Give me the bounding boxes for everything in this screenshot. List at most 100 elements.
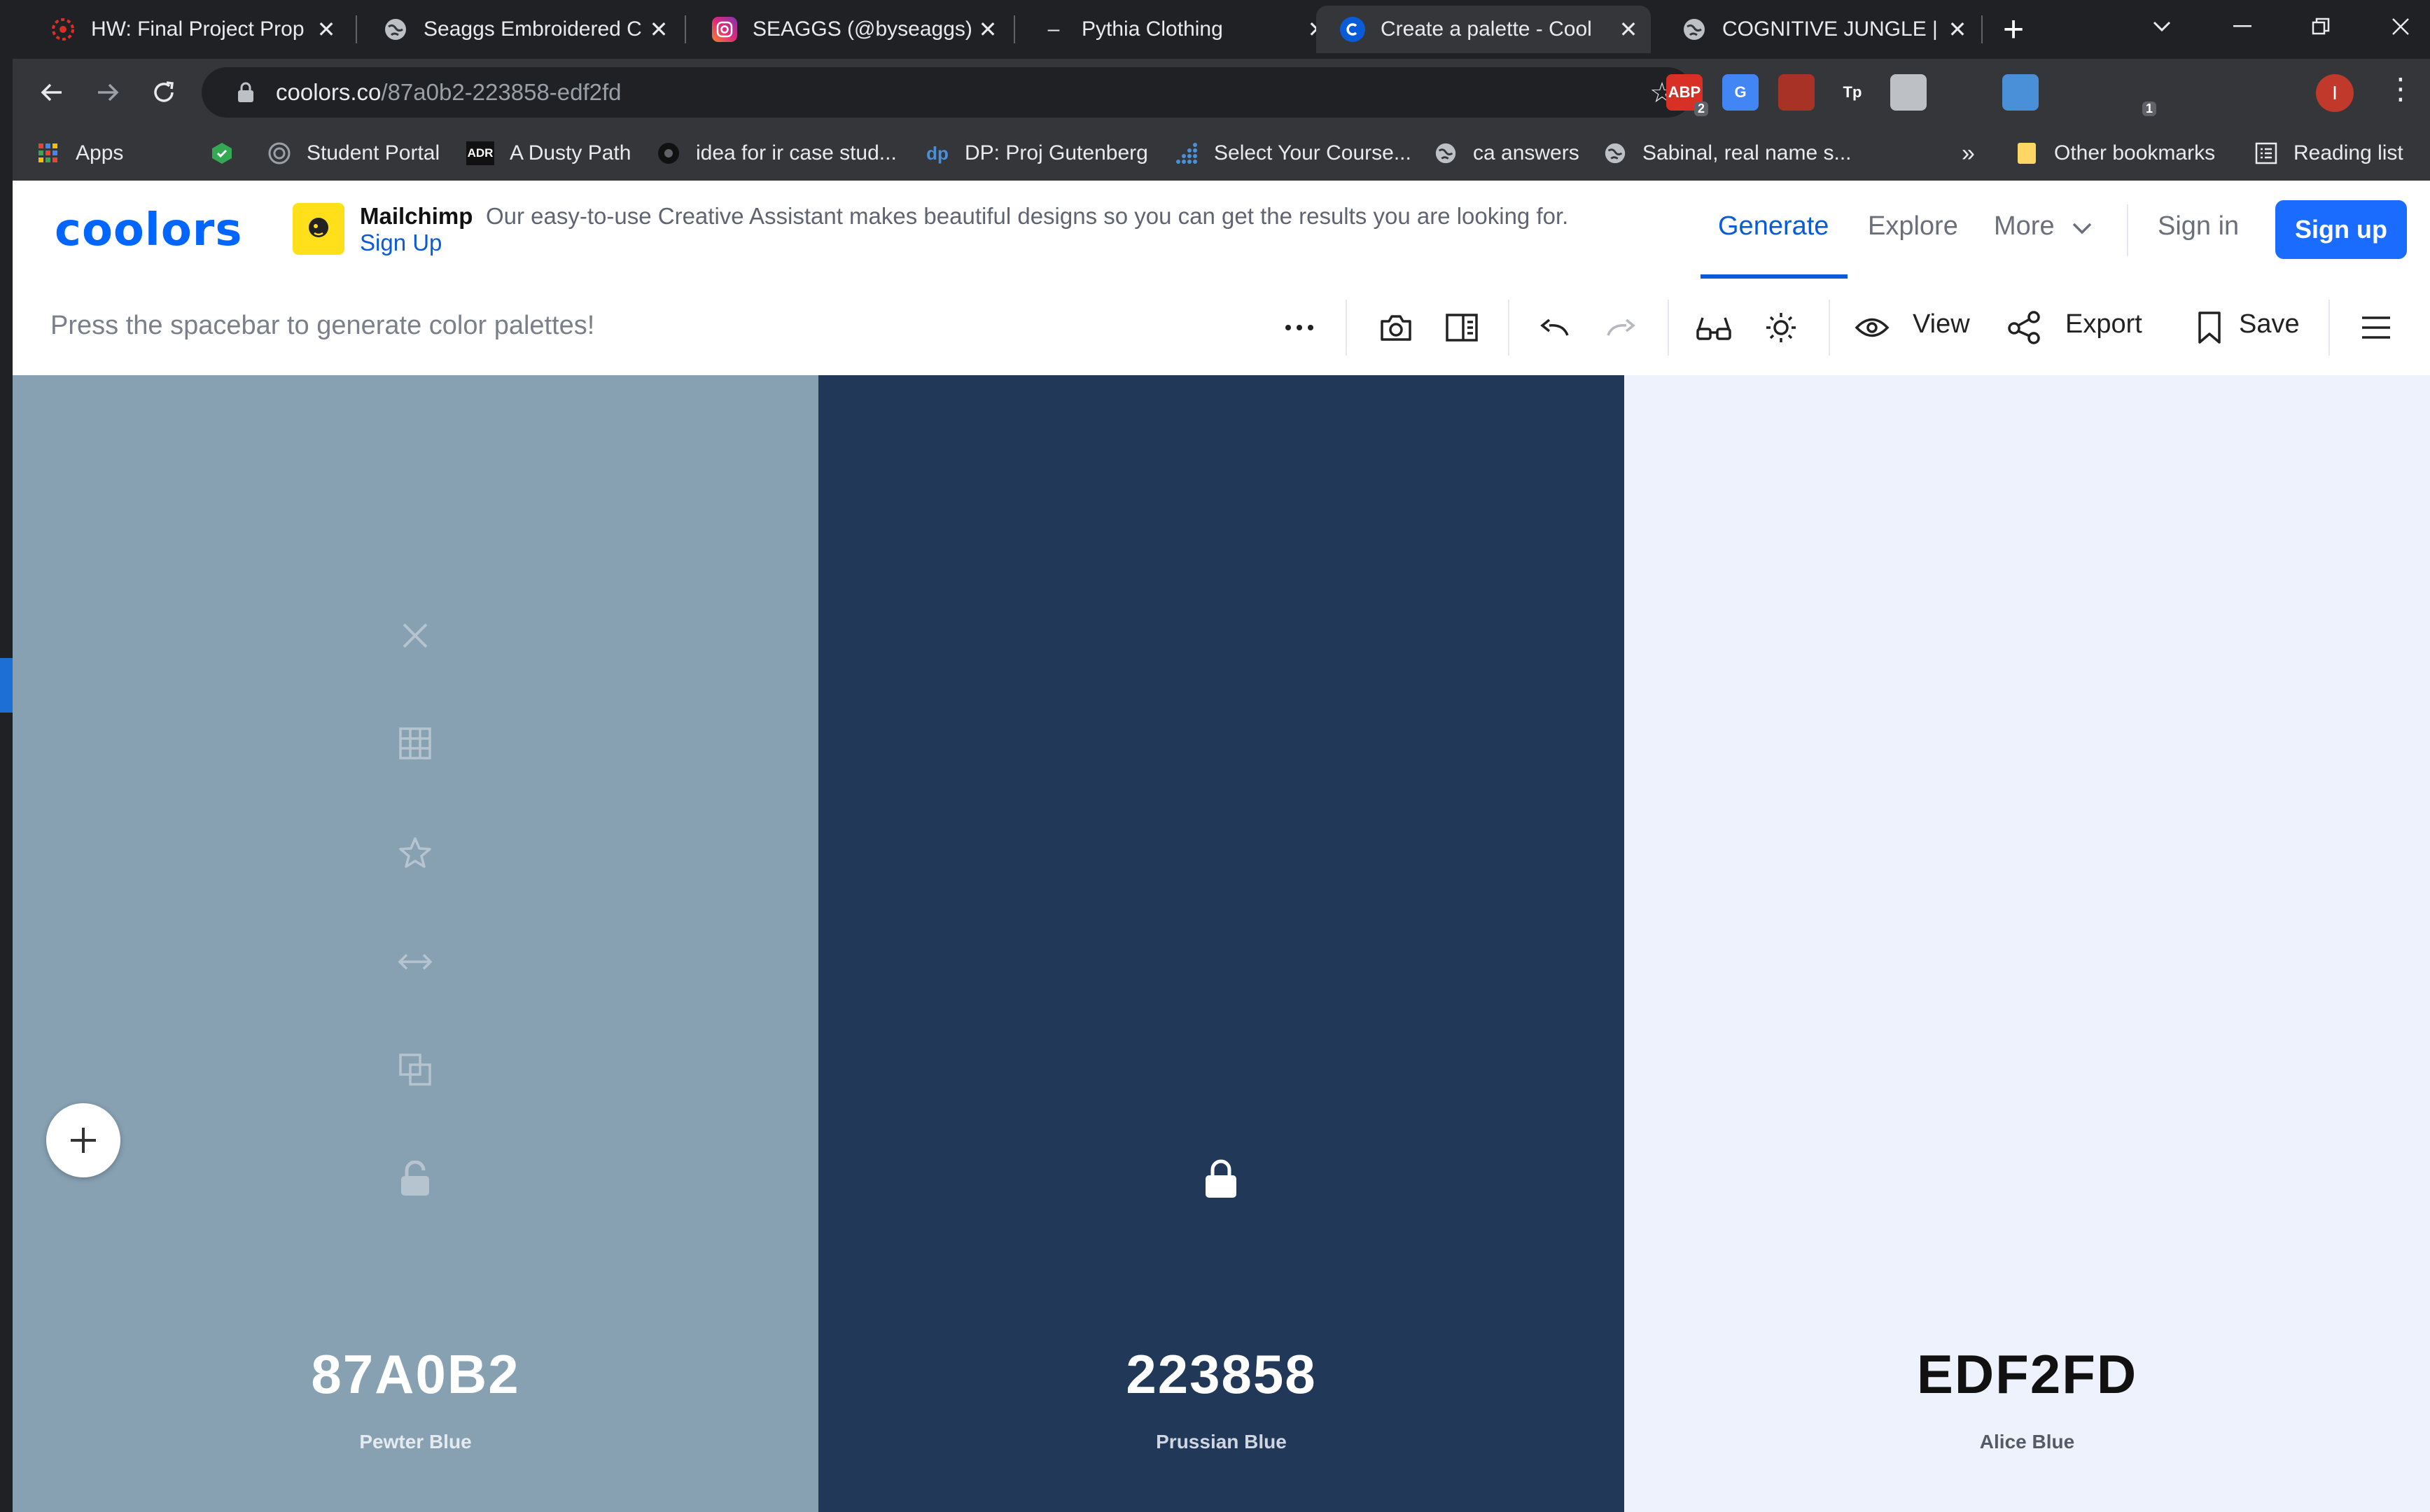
circle-extension-icon[interactable]	[1890, 74, 1927, 111]
bookmark-dp-proj-gutenberg[interactable]: dp DP: Proj Gutenberg	[926, 126, 1148, 181]
minimize-icon[interactable]	[2211, 0, 2274, 53]
hex-code[interactable]: 87A0B2	[13, 1343, 818, 1406]
color-name[interactable]: Pewter Blue	[13, 1431, 818, 1453]
nav-sign-in[interactable]: Sign in	[2158, 211, 2239, 241]
color-name[interactable]: Prussian Blue	[818, 1431, 1624, 1453]
bookmark-icon[interactable]	[2187, 305, 2232, 350]
shades-grid-icon[interactable]	[393, 721, 438, 766]
bookmarks-overflow-chevron[interactable]: »	[1962, 126, 1975, 181]
hamburger-menu-icon[interactable]	[2354, 305, 2398, 350]
lock-icon[interactable]	[237, 81, 255, 104]
bookmarks-bar: Apps Student Portal ADR A Dusty Path ide…	[13, 126, 2430, 181]
tp-icon[interactable]: Tp	[1834, 74, 1871, 111]
undo-icon[interactable]	[1532, 305, 1577, 350]
puzzle-icon[interactable]	[2226, 74, 2263, 111]
ad-signup-link[interactable]: Sign Up	[360, 230, 442, 256]
toolbar-separator	[1668, 300, 1669, 356]
nav-explore[interactable]: Explore	[1868, 211, 1958, 241]
export-label[interactable]: Export	[2065, 309, 2142, 340]
tab-search-chevron-icon[interactable]	[2130, 0, 2193, 53]
bookmark-sabinal[interactable]: Sabinal, real name s...	[1603, 126, 1852, 181]
hand-icon[interactable]: 1	[2114, 74, 2156, 116]
palette-area: 87A0B2 Pewter Blue 223858 Prussian Blue …	[13, 375, 2430, 1512]
copy-hex-icon[interactable]	[393, 1047, 438, 1092]
sidebar-panel-icon[interactable]	[1439, 305, 1484, 350]
globe-icon	[1603, 141, 1627, 165]
redo-icon[interactable]	[1599, 305, 1644, 350]
nav-generate[interactable]: Generate	[1718, 211, 1829, 241]
adr-icon: ADR	[466, 141, 494, 165]
bookmark-ca-answers[interactable]: ca answers	[1434, 126, 1579, 181]
window-close-icon[interactable]	[2369, 0, 2430, 53]
coolors-logo[interactable]: coolors	[55, 204, 242, 256]
bookmark-ir-case-study[interactable]: idea for ir case stud...	[657, 126, 897, 181]
share-icon[interactable]	[2002, 305, 2047, 350]
add-color-plus-icon[interactable]	[46, 1103, 120, 1177]
url-text[interactable]: coolors.co/87a0b2-223858-edf2fd	[276, 79, 622, 106]
nav-more[interactable]: More	[1994, 211, 2093, 242]
tab-close-icon[interactable]: ✕	[1614, 16, 1642, 43]
eye-icon[interactable]	[1850, 305, 1894, 350]
bookmark-student-portal[interactable]: Student Portal	[267, 126, 440, 181]
color-name[interactable]: Alice Blue	[1624, 1431, 2430, 1453]
remove-color-icon[interactable]	[393, 613, 438, 658]
back-arrow-icon[interactable]	[28, 69, 76, 116]
glasses-icon[interactable]	[1691, 305, 1736, 350]
hex-code[interactable]: 223858	[818, 1343, 1624, 1406]
hex-code[interactable]: EDF2FD	[1624, 1343, 2430, 1406]
bookmark-label: Reading list	[2293, 141, 2403, 164]
color-swatch-3[interactable]: EDF2FD Alice Blue	[1624, 375, 2430, 1512]
bookmark-label: DP: Proj Gutenberg	[965, 141, 1148, 164]
mailchimp-logo-icon[interactable]	[293, 203, 344, 255]
color-swatch-2[interactable]: 223858 Prussian Blue	[818, 375, 1624, 1512]
drag-arrows-icon[interactable]	[393, 939, 438, 984]
bookmark-a-dusty-path[interactable]: ADR A Dusty Path	[466, 126, 631, 181]
tab-title: HW: Final Project Prop	[91, 18, 305, 41]
bookmark-hexagon[interactable]	[210, 126, 249, 181]
tab-pythia-clothing[interactable]: – Pythia Clothing ✕	[1017, 6, 1339, 53]
profile-avatar[interactable]: I	[2316, 74, 2354, 112]
tab-close-icon[interactable]: ✕	[645, 16, 673, 43]
sign-up-button[interactable]: Sign up	[2275, 200, 2407, 259]
google-translate-icon[interactable]: G	[1722, 74, 1759, 111]
tab-title: Seaggs Embroidered C	[424, 18, 642, 41]
reading-list[interactable]: Reading list	[2254, 126, 2403, 181]
tab-close-icon[interactable]: ✕	[1943, 16, 1971, 43]
favorite-star-icon[interactable]	[393, 830, 438, 875]
tab-seaggs-instagram[interactable]: SEAGGS (@byseaggs) · ✕	[688, 6, 1010, 53]
tab-cognitive-jungle[interactable]: COGNITIVE JUNGLE | L ✕	[1658, 6, 1980, 53]
locked-icon[interactable]	[1199, 1156, 1243, 1201]
soundcloud-icon[interactable]	[2058, 74, 2095, 111]
bookmark-apps[interactable]: Apps	[36, 126, 123, 181]
camera-icon[interactable]	[1374, 305, 1418, 350]
site-header: coolors Mailchimp Our easy-to-use Creati…	[13, 181, 2430, 280]
pocket-icon[interactable]	[1946, 74, 1983, 111]
tab-close-icon[interactable]: ✕	[974, 16, 1002, 43]
bookmark-red-icon[interactable]	[1778, 74, 1815, 111]
more-options-icon[interactable]	[1277, 305, 1322, 350]
save-label[interactable]: Save	[2239, 309, 2300, 340]
reload-icon[interactable]	[140, 69, 188, 116]
chrome-menu-icon[interactable]: ⋮	[2386, 71, 2415, 106]
brightness-icon[interactable]	[1759, 305, 1803, 350]
tab-hw-final-project[interactable]: HW: Final Project Prop ✕	[27, 6, 349, 53]
window-extension-icon[interactable]	[2002, 74, 2039, 111]
bookmark-label: idea for ir case stud...	[696, 141, 897, 164]
instagram-icon	[712, 17, 737, 42]
unlocked-icon[interactable]	[393, 1156, 438, 1201]
tab-separator	[356, 15, 357, 43]
tab-close-icon[interactable]: ✕	[312, 16, 340, 43]
tab-seaggs-embroidered[interactable]: Seaggs Embroidered C ✕	[359, 6, 681, 53]
bookmark-select-your-course[interactable]: Select Your Course...	[1175, 126, 1411, 181]
color-swatch-1[interactable]: 87A0B2 Pewter Blue	[13, 375, 818, 1512]
graduation-cap-icon[interactable]	[2170, 74, 2207, 111]
forward-arrow-icon[interactable]	[84, 69, 132, 116]
view-label[interactable]: View	[1913, 309, 1970, 340]
address-bar[interactable]: coolors.co/87a0b2-223858-edf2fd ☆	[202, 67, 1693, 118]
nav-more-label: More	[1994, 211, 2055, 241]
restore-icon[interactable]	[2289, 0, 2352, 53]
other-bookmarks[interactable]: Other bookmarks	[2015, 126, 2215, 181]
new-tab-plus-icon[interactable]: +	[1994, 10, 2033, 49]
adblock-icon[interactable]: ABP 2	[1666, 74, 1708, 116]
tab-create-palette[interactable]: Create a palette - Cool ✕	[1316, 6, 1651, 53]
